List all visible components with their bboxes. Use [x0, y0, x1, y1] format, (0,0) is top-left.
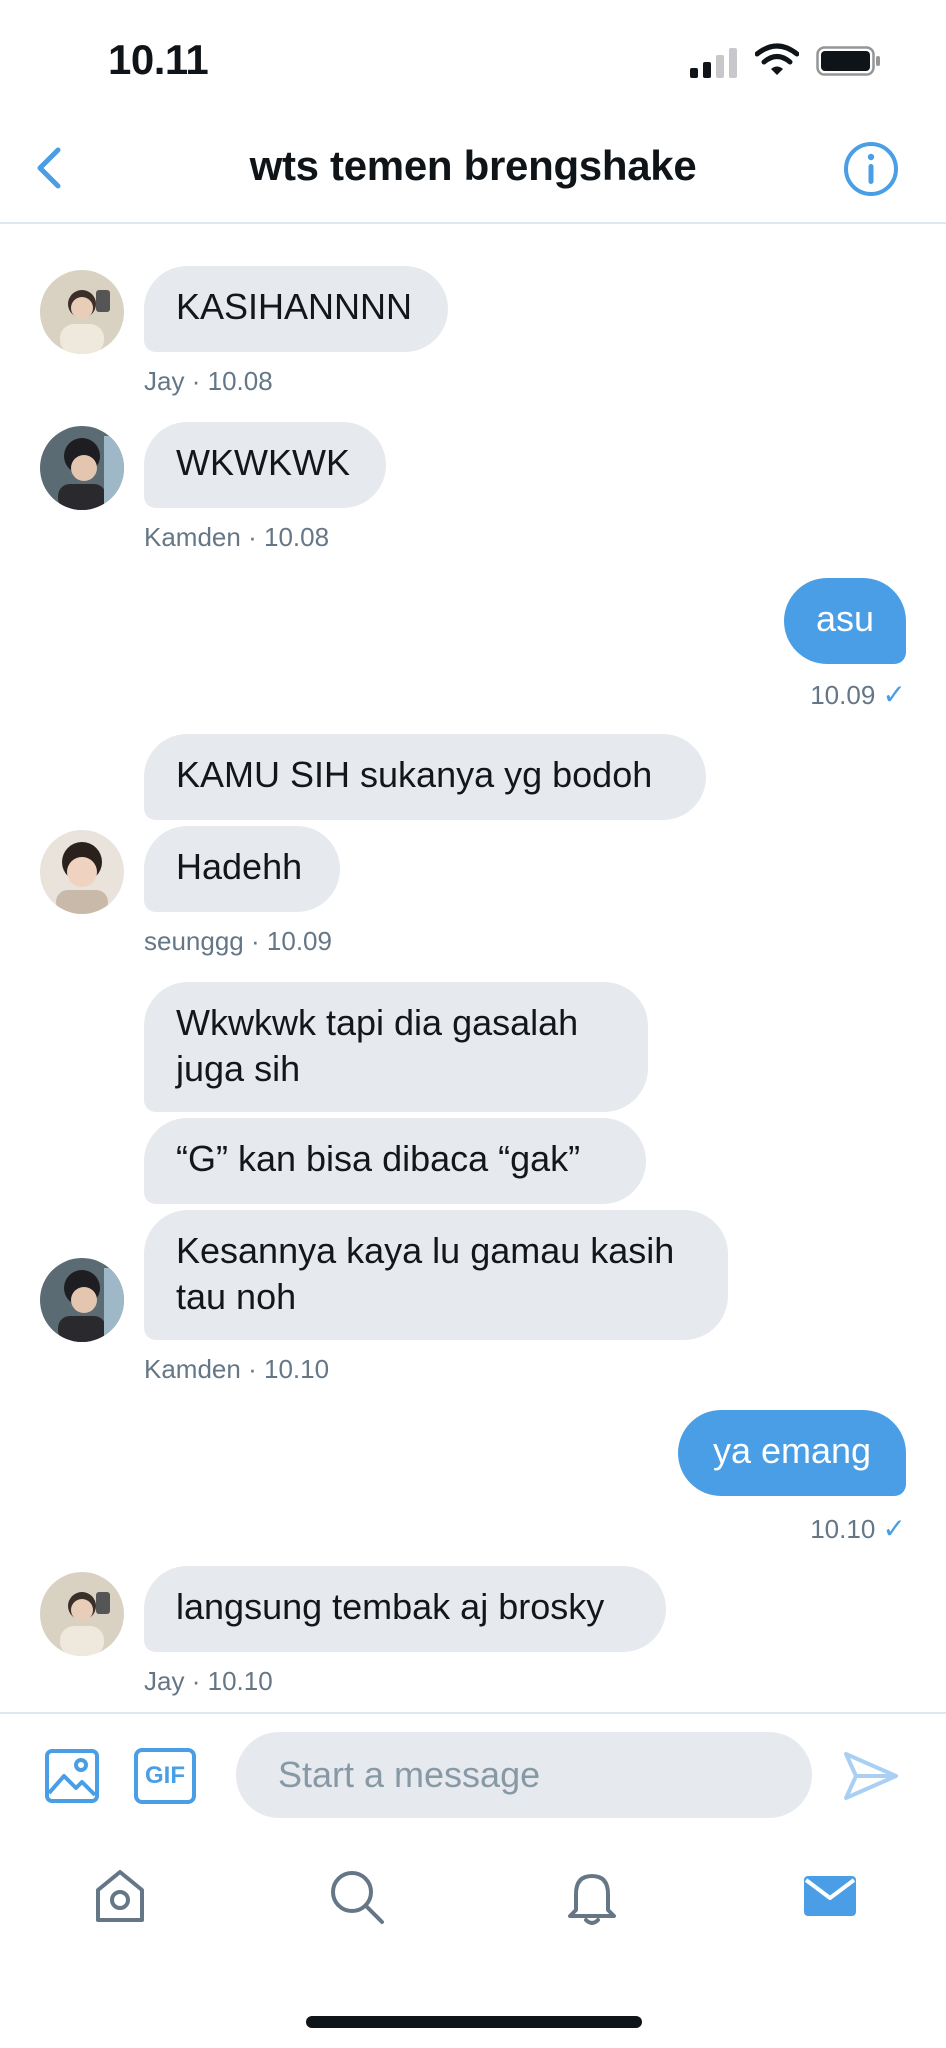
message-time: 10.10: [207, 1666, 273, 1696]
signal-icon: [690, 46, 740, 78]
message-bubble[interactable]: “G” kan bisa dibaca “gak”: [144, 1118, 646, 1204]
message-bubble[interactable]: Wkwkwk tapi dia gasalah juga sih: [144, 982, 648, 1112]
message-time: 10.08: [263, 522, 330, 552]
message-bubble-outgoing[interactable]: ya emang: [678, 1410, 906, 1496]
sender-name: Kamden: [144, 522, 241, 552]
message-time: 10.09: [810, 680, 876, 710]
battery-icon: [816, 46, 880, 76]
separator: ·: [251, 926, 260, 956]
message-input[interactable]: [236, 1732, 812, 1818]
home-indicator: [306, 2016, 642, 2028]
message-meta: Jay · 10.08: [144, 366, 273, 397]
image-icon[interactable]: [44, 1748, 100, 1804]
conversation-title: wts temen brengshake: [249, 142, 697, 189]
avatar[interactable]: [40, 830, 124, 914]
sender-name: Jay: [144, 1666, 185, 1696]
sender-name: Jay: [144, 366, 185, 396]
separator: ·: [191, 366, 201, 396]
read-check-icon: ✓: [882, 679, 906, 710]
message-meta: seunggg · 10.09: [144, 926, 332, 957]
message-bubble[interactable]: langsung tembak aj brosky: [144, 1566, 666, 1652]
composer-divider: [0, 1712, 946, 1714]
separator: ·: [248, 522, 257, 552]
avatar[interactable]: [40, 1258, 124, 1342]
separator: ·: [191, 1666, 201, 1696]
bell-icon[interactable]: [562, 1866, 622, 1926]
message-meta: Kamden · 10.10: [144, 1354, 329, 1385]
wifi-icon: [755, 43, 799, 75]
message-bubble[interactable]: Hadehh: [144, 826, 340, 912]
sender-name: seunggg: [144, 926, 244, 956]
message-bubble[interactable]: WKWKWK: [144, 422, 386, 508]
message-meta: 10.09 ✓: [700, 678, 906, 711]
message-meta: 10.10 ✓: [700, 1512, 906, 1545]
message-bubble[interactable]: Kesannya kaya lu gamau kasih tau noh: [144, 1210, 728, 1340]
gif-button[interactable]: GIF: [134, 1748, 196, 1804]
avatar[interactable]: [40, 270, 124, 354]
sender-name: Kamden: [144, 1354, 241, 1384]
avatar[interactable]: [40, 1572, 124, 1656]
status-time: 10.11: [108, 36, 209, 83]
info-icon[interactable]: [842, 140, 900, 198]
message-time: 10.08: [207, 366, 273, 396]
message-bubble[interactable]: KAMU SIH sukanya yg bodoh: [144, 734, 706, 820]
message-time: 10.10: [263, 1354, 330, 1384]
message-bubble[interactable]: KASIHANNNN: [144, 266, 448, 352]
message-time: 10.10: [810, 1514, 876, 1544]
avatar[interactable]: [40, 426, 124, 510]
separator: ·: [248, 1354, 257, 1384]
gif-label: GIF: [145, 1762, 185, 1789]
read-check-icon: ✓: [882, 1513, 906, 1544]
message-time: 10.09: [266, 926, 332, 956]
home-icon[interactable]: [90, 1866, 150, 1926]
search-icon[interactable]: [326, 1866, 386, 1926]
send-icon[interactable]: [842, 1748, 900, 1804]
message-bubble-outgoing[interactable]: asu: [784, 578, 906, 664]
header-divider: [0, 222, 946, 224]
message-meta: Kamden · 10.08: [144, 522, 329, 553]
mail-icon[interactable]: [800, 1866, 860, 1926]
message-meta: Jay · 10.10: [144, 1666, 273, 1697]
